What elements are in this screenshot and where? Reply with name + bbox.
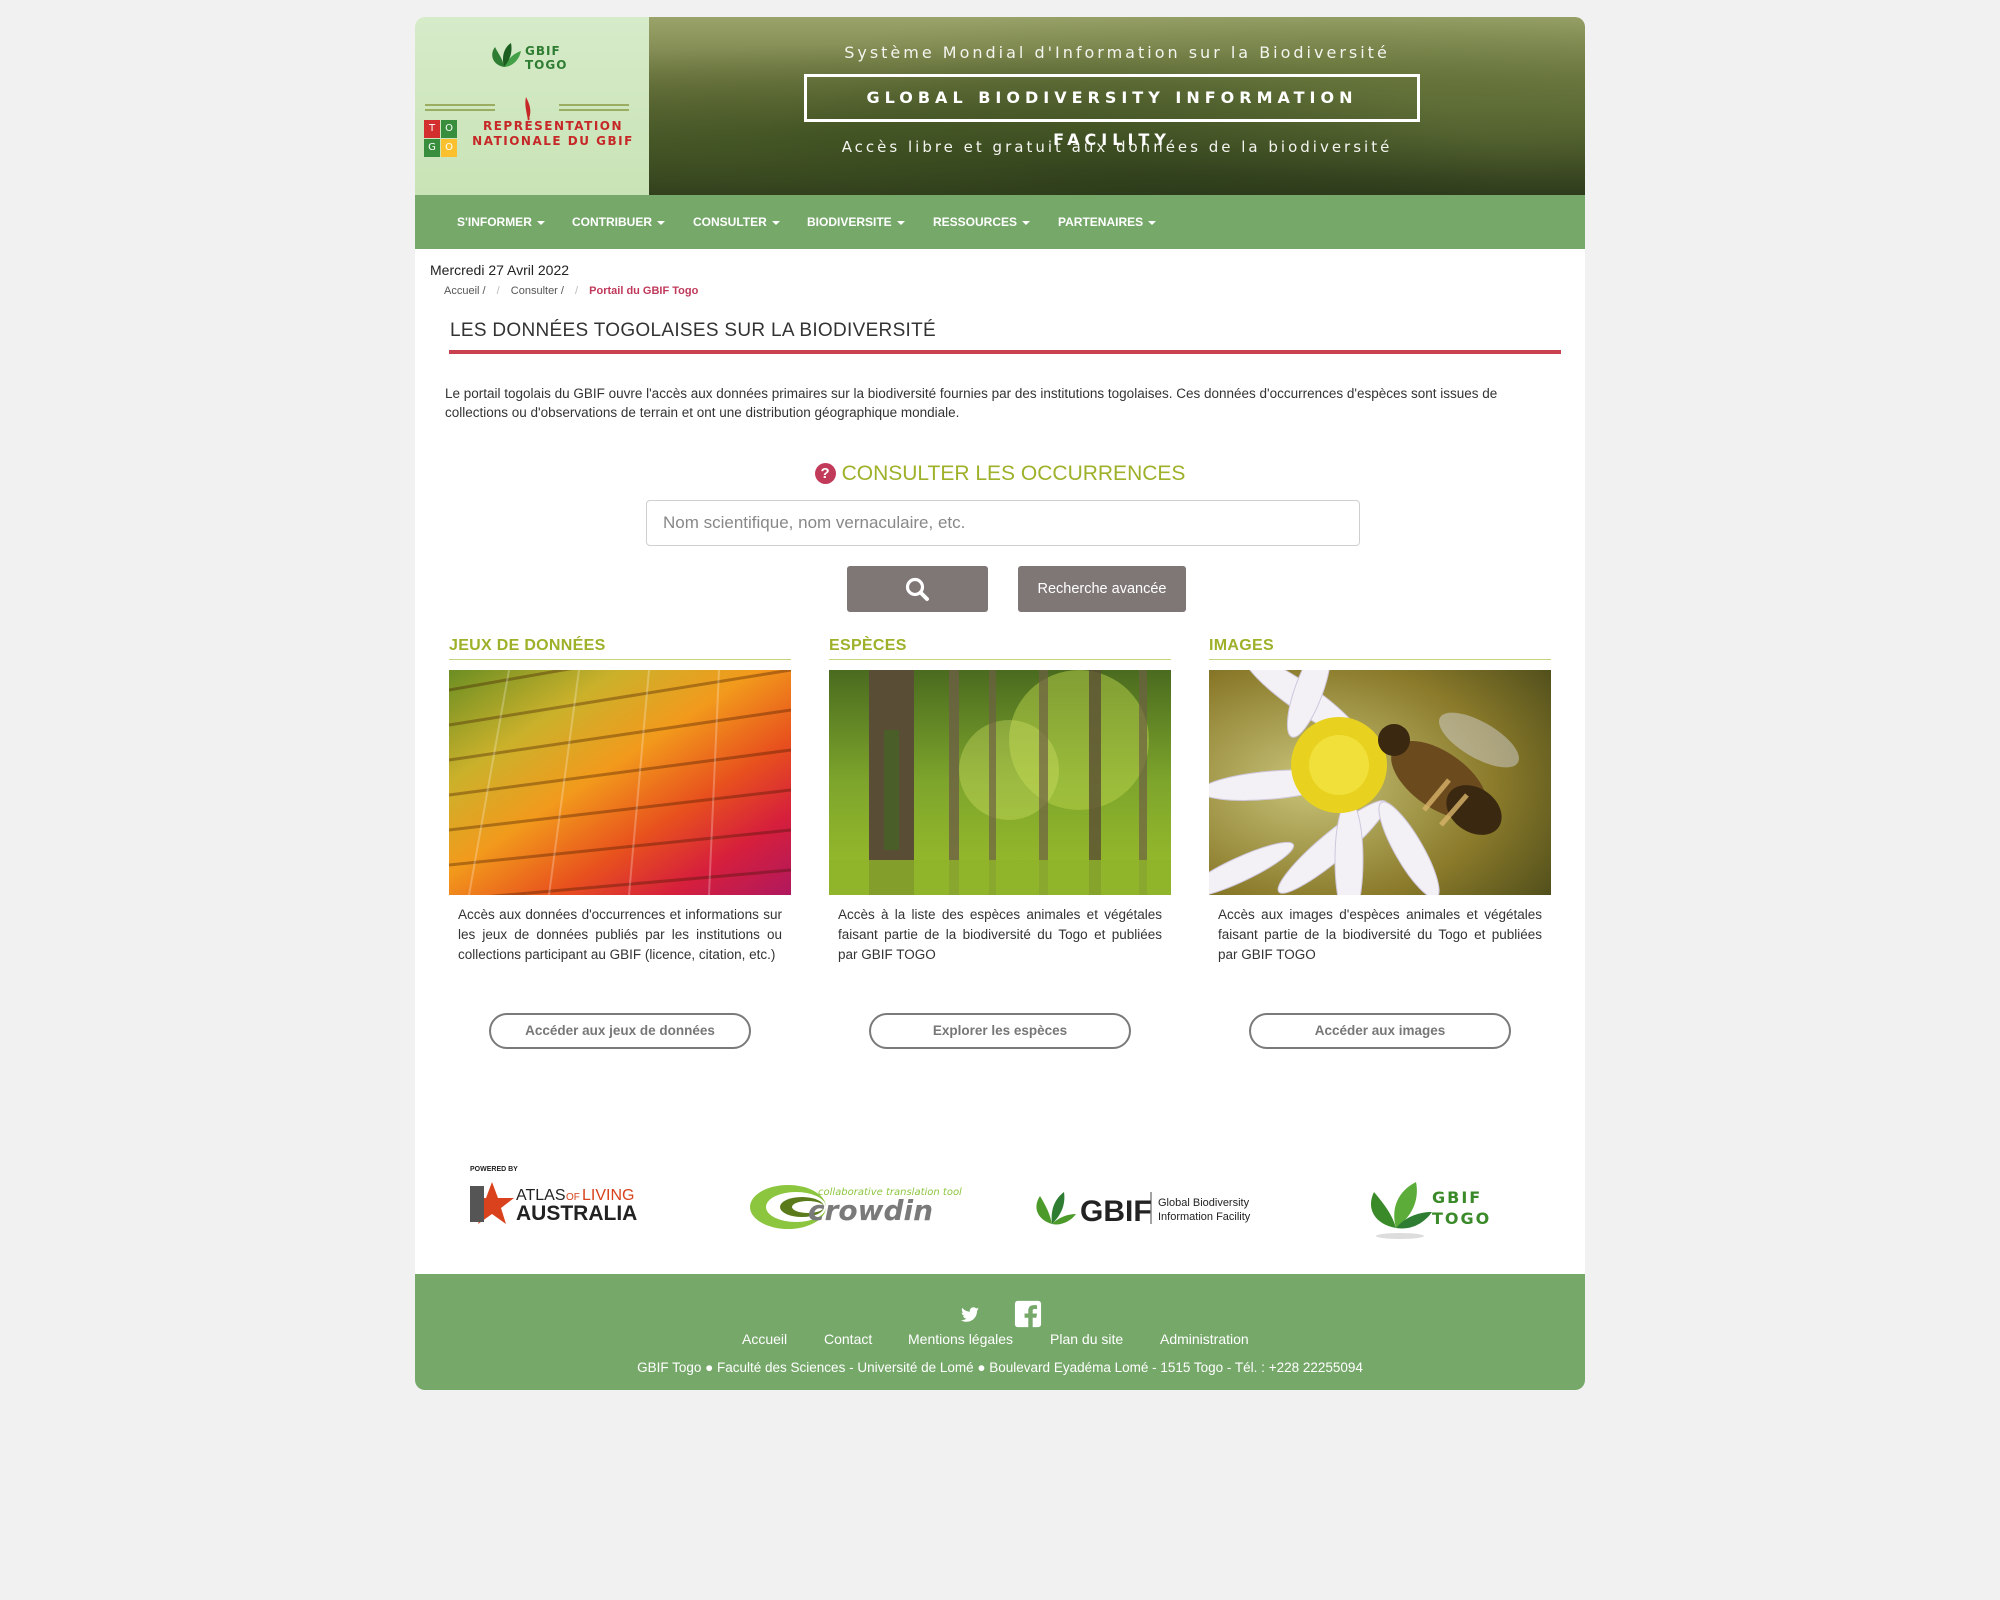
column-divider	[829, 659, 1171, 660]
species-description: Accès à la liste des espèces animales et…	[838, 907, 1162, 962]
svg-text:crowdin: crowdin	[808, 1194, 933, 1227]
folders-image[interactable]	[449, 670, 791, 895]
footer-link-contact[interactable]: Contact	[824, 1329, 872, 1349]
partner-logos: POWERED BY ATLAS OF LIVING AUSTRALIA col…	[415, 1162, 1585, 1252]
consult-heading: ? CONSULTER LES OCCURRENCES	[415, 462, 1585, 486]
site-footer: Accueil Contact Mentions légales Plan du…	[415, 1274, 1585, 1390]
species-title: ESPÈCES	[829, 637, 907, 654]
nav-biodiversite[interactable]: BIODIVERSITE	[807, 195, 905, 249]
gbif-global-logo[interactable]: GBIF Global Biodiversity Information Fac…	[1030, 1162, 1260, 1252]
caret-down-icon	[1022, 220, 1031, 225]
svg-text:GBIF: GBIF	[1080, 1195, 1152, 1228]
nav-partenaires[interactable]: PARTENAIRES	[1058, 195, 1157, 249]
caret-down-icon	[896, 220, 905, 225]
footer-link-administration[interactable]: Administration	[1160, 1329, 1249, 1349]
question-icon: ?	[814, 463, 836, 484]
nav-contribuer[interactable]: CONTRIBUER	[572, 195, 665, 249]
datasets-column: JEUX DE DONNÉES Accès aux données d'occu…	[449, 637, 791, 1049]
breadcrumb-consulter[interactable]: Consulter /	[511, 285, 564, 297]
forest-banner: Système Mondial d'Information sur la Bio…	[649, 17, 1585, 195]
caret-down-icon	[657, 220, 665, 225]
forest-image[interactable]	[829, 670, 1171, 895]
column-divider	[1209, 659, 1551, 660]
nav-consulter[interactable]: CONSULTER	[693, 195, 780, 249]
footer-link-plan[interactable]: Plan du site	[1050, 1329, 1123, 1349]
images-title: IMAGES	[1209, 637, 1274, 654]
banner-subtitle: Accès libre et gratuit aux données de la…	[841, 138, 1393, 156]
datasets-title: JEUX DE DONNÉES	[449, 637, 606, 654]
footer-link-accueil[interactable]: Accueil	[742, 1329, 787, 1349]
species-column: ESPÈCES Accès à la liste des espèces ani…	[829, 637, 1171, 1049]
images-column: IMAGES Accès aux images d'espèces animal…	[1209, 637, 1551, 1049]
crowdin-logo[interactable]: collaborative translation tool crowdin	[748, 1162, 970, 1252]
svg-text:POWERED BY: POWERED BY	[470, 1166, 518, 1173]
svg-text:GBIF: GBIF	[1432, 1188, 1482, 1207]
caret-down-icon	[1148, 220, 1157, 225]
breadcrumb-current: Portail du GBIF Togo	[589, 285, 699, 297]
banner-tagline: Système Mondial d'Information sur la Bio…	[844, 43, 1390, 62]
breadcrumb-separator: /	[575, 285, 579, 297]
datasets-button[interactable]: Accéder aux jeux de données	[489, 1013, 751, 1049]
gbif-togo-logo[interactable]: GBIF TOGO	[1360, 1162, 1500, 1252]
nav-ressources[interactable]: RESSOURCES	[933, 195, 1031, 249]
nav-sinformer[interactable]: S'INFORMER	[457, 195, 545, 249]
facebook-icon[interactable]	[1013, 1300, 1043, 1328]
page-title: LES DONNÉES TOGOLAISES SUR LA BIODIVERSI…	[450, 320, 936, 341]
images-button[interactable]: Accéder aux images	[1249, 1013, 1511, 1049]
search-icon	[905, 577, 929, 601]
main-navbar: S'INFORMER CONTRIBUER CONSULTER BIODIVER…	[415, 195, 1585, 249]
current-date: Mercredi 27 Avril 2022	[430, 262, 570, 278]
title-underline	[449, 350, 1561, 354]
gbif-togo-logo-panel[interactable]: GBIF TOGO T O G O REPRÉSENTATION NATIONA…	[415, 17, 649, 195]
svg-text:Global Biodiversity: Global Biodiversity	[1158, 1197, 1250, 1209]
footer-address: GBIF Togo ● Faculté des Sciences - Unive…	[637, 1360, 1363, 1375]
intro-paragraph: Le portail togolais du GBIF ouvre l'accè…	[445, 386, 1498, 420]
representation-text: REPRÉSENTATION NATIONALE DU GBIF	[472, 119, 634, 148]
gbif-leaf-icon	[492, 43, 521, 67]
datasets-description: Accès aux données d'occurrences et infor…	[458, 907, 782, 962]
page-container: GBIF TOGO T O G O REPRÉSENTATION NATIONA…	[415, 17, 1585, 1390]
images-description: Accès aux images d'espèces animales et v…	[1218, 907, 1542, 962]
twitter-icon[interactable]	[958, 1300, 982, 1328]
caret-down-icon	[536, 220, 545, 225]
svg-text:AUSTRALIA: AUSTRALIA	[516, 1202, 637, 1225]
breadcrumb: Accueil / / Consulter / / Portail du GBI…	[444, 285, 706, 297]
breadcrumb-accueil[interactable]: Accueil /	[444, 285, 486, 297]
footer-link-mentions[interactable]: Mentions légales	[908, 1329, 1013, 1349]
breadcrumb-separator: /	[496, 285, 500, 297]
search-button[interactable]	[847, 566, 988, 612]
gbif-togo-small-text: GBIF TOGO	[525, 44, 568, 72]
caret-down-icon	[771, 220, 780, 225]
bee-flower-image[interactable]	[1209, 670, 1551, 895]
banner-title-box: GLOBAL BIODIVERSITY INFORMATION FACILITY	[804, 74, 1420, 149]
svg-text:Information Facility: Information Facility	[1158, 1211, 1251, 1223]
atlas-of-living-australia-logo[interactable]: POWERED BY ATLAS OF LIVING AUSTRALIA	[470, 1162, 650, 1252]
svg-text:TOGO: TOGO	[1432, 1209, 1491, 1228]
advanced-search-button[interactable]: Recherche avancée	[1018, 566, 1186, 612]
togo-flag-squares: T O G O	[424, 120, 458, 158]
column-divider	[449, 659, 791, 660]
species-button[interactable]: Explorer les espèces	[869, 1013, 1131, 1049]
site-header: GBIF TOGO T O G O REPRÉSENTATION NATIONA…	[415, 17, 1585, 195]
search-input[interactable]	[646, 500, 1360, 546]
